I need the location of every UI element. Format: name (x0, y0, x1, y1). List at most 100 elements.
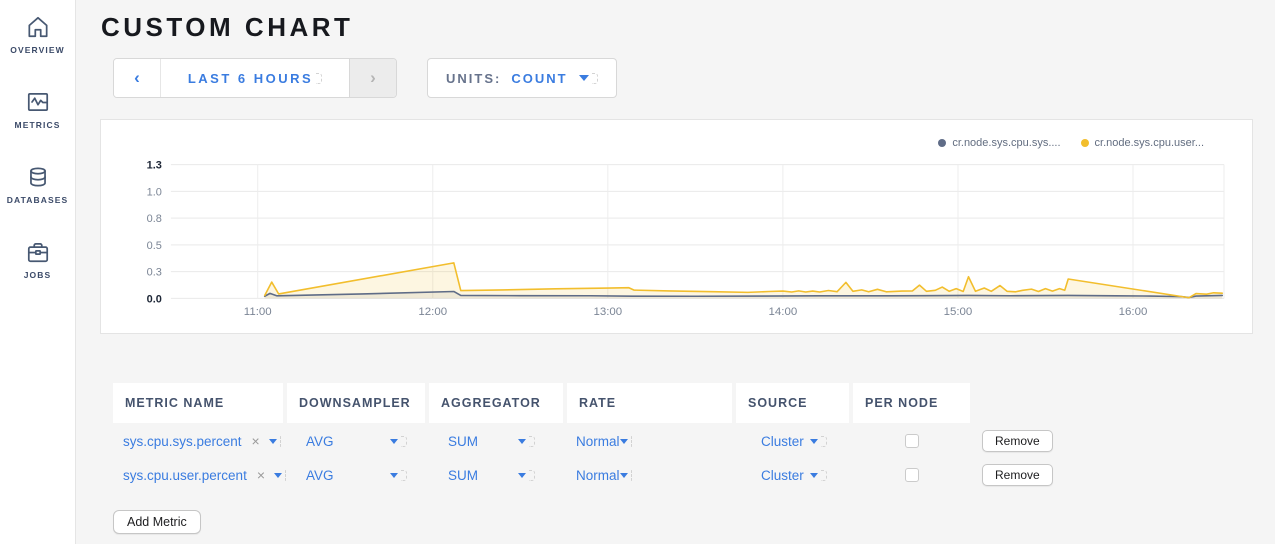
sidebar-label-metrics: METRICS (15, 120, 61, 130)
sidebar-item-jobs[interactable]: JOBS (0, 239, 75, 280)
svg-text:0.3: 0.3 (147, 267, 162, 279)
dashed-focus-mark (529, 470, 535, 481)
units-label: UNITS: (446, 71, 501, 86)
aggregator-select[interactable]: SUM (429, 468, 563, 483)
per-node-checkbox[interactable] (905, 468, 919, 482)
col-header-aggregator: AGGREGATOR (429, 383, 563, 423)
rate-select[interactable]: Normal (567, 468, 732, 483)
rate-value: Normal (576, 468, 620, 483)
metric-name-value: sys.cpu.sys.percent (123, 434, 242, 449)
chevron-down-icon (390, 473, 398, 478)
svg-text:12:00: 12:00 (418, 306, 447, 318)
svg-text:16:00: 16:00 (1119, 306, 1148, 318)
metrics-table: METRIC NAME DOWNSAMPLER AGGREGATOR RATE … (113, 383, 1253, 491)
downsampler-value: AVG (306, 468, 334, 483)
aggregator-value: SUM (448, 434, 478, 449)
sidebar: OVERVIEW METRICS DATABASES (0, 0, 76, 544)
chevron-down-icon (269, 439, 277, 444)
source-select[interactable]: Cluster (736, 434, 849, 449)
remove-button[interactable]: Remove (982, 430, 1053, 452)
dashed-focus-mark (401, 436, 407, 447)
time-range-label: LAST 6 HOURS (188, 71, 313, 86)
dashed-focus-mark (821, 436, 827, 447)
table-header-row: METRIC NAME DOWNSAMPLER AGGREGATOR RATE … (113, 383, 1253, 423)
source-value: Cluster (761, 468, 804, 483)
remove-button[interactable]: Remove (982, 464, 1053, 486)
metric-name-value: sys.cpu.user.percent (123, 468, 247, 483)
col-header-downsampler: DOWNSAMPLER (287, 383, 425, 423)
downsampler-select[interactable]: AVG (287, 434, 425, 449)
col-header-metric-name: METRIC NAME (113, 383, 283, 423)
dashed-focus-mark (631, 436, 632, 447)
per-node-checkbox[interactable] (905, 434, 919, 448)
dashed-focus-mark (529, 436, 535, 447)
chevron-left-icon: ‹ (134, 68, 140, 88)
series-dot-yellow (1081, 139, 1089, 147)
chevron-down-icon (620, 439, 628, 444)
time-range-dropdown[interactable]: LAST 6 HOURS (160, 59, 350, 97)
dashed-focus-mark (316, 73, 322, 84)
units-value: COUNT (511, 71, 567, 86)
chart-card: 1.31.00.80.50.30.011:0012:0013:0014:0015… (100, 119, 1253, 334)
svg-text:13:00: 13:00 (593, 306, 622, 318)
metric-name-select[interactable]: sys.cpu.user.percent × (113, 468, 283, 483)
rate-select[interactable]: Normal (567, 434, 732, 449)
custom-chart-plot[interactable]: 1.31.00.80.50.30.011:0012:0013:0014:0015… (101, 120, 1252, 333)
home-icon (25, 14, 51, 40)
dashed-focus-mark (401, 470, 407, 481)
clear-metric-icon[interactable]: × (257, 468, 265, 482)
units-dropdown[interactable]: UNITS: COUNT (427, 58, 617, 98)
sidebar-label-databases: DATABASES (7, 195, 69, 205)
metrics-icon (25, 89, 51, 115)
dashed-focus-mark (285, 470, 286, 481)
time-next-button[interactable]: › (350, 59, 396, 97)
dashed-focus-mark (821, 470, 827, 481)
dashed-focus-mark (280, 436, 281, 447)
dashed-focus-mark (592, 73, 598, 84)
dashed-focus-mark (631, 470, 632, 481)
sidebar-item-overview[interactable]: OVERVIEW (0, 14, 75, 55)
chevron-down-icon (579, 75, 589, 81)
downsampler-value: AVG (306, 434, 334, 449)
sidebar-item-databases[interactable]: DATABASES (0, 164, 75, 205)
svg-text:14:00: 14:00 (769, 306, 798, 318)
source-select[interactable]: Cluster (736, 468, 849, 483)
metric-name-select[interactable]: sys.cpu.sys.percent × (113, 434, 283, 449)
svg-text:0.5: 0.5 (147, 240, 162, 252)
legend-item-sys[interactable]: cr.node.sys.cpu.sys.... (938, 137, 1060, 149)
col-header-rate: RATE (567, 383, 732, 423)
chevron-down-icon (518, 473, 526, 478)
chevron-down-icon (390, 439, 398, 444)
sidebar-label-overview: OVERVIEW (10, 45, 64, 55)
col-header-per-node: PER NODE (853, 383, 970, 423)
toolbar: ‹ LAST 6 HOURS › UNITS: COUNT (113, 58, 1253, 98)
col-header-actions (974, 383, 1104, 423)
series-dot-gray (938, 139, 946, 147)
svg-text:1.0: 1.0 (147, 186, 162, 198)
main-content: CUSTOM CHART ‹ LAST 6 HOURS › UNITS: COU… (76, 0, 1275, 534)
legend-item-user[interactable]: cr.node.sys.cpu.user... (1081, 137, 1204, 149)
chevron-right-icon: › (370, 68, 376, 88)
chart-legend: cr.node.sys.cpu.sys.... cr.node.sys.cpu.… (938, 137, 1204, 149)
source-value: Cluster (761, 434, 804, 449)
clear-metric-icon[interactable]: × (252, 434, 260, 448)
svg-text:0.0: 0.0 (147, 293, 162, 305)
time-prev-button[interactable]: ‹ (114, 59, 160, 97)
aggregator-value: SUM (448, 468, 478, 483)
downsampler-select[interactable]: AVG (287, 468, 425, 483)
table-row: sys.cpu.sys.percent × AVG SUM Normal (113, 425, 1253, 457)
rate-value: Normal (576, 434, 620, 449)
sidebar-item-metrics[interactable]: METRICS (0, 89, 75, 130)
svg-text:1.3: 1.3 (147, 160, 162, 172)
chevron-down-icon (810, 473, 818, 478)
sidebar-label-jobs: JOBS (24, 270, 52, 280)
chevron-down-icon (620, 473, 628, 478)
add-metric-button[interactable]: Add Metric (113, 510, 201, 534)
svg-text:0.8: 0.8 (147, 213, 162, 225)
chevron-down-icon (518, 439, 526, 444)
chevron-down-icon (810, 439, 818, 444)
time-range-picker: ‹ LAST 6 HOURS › (113, 58, 397, 98)
chevron-down-icon (274, 473, 282, 478)
aggregator-select[interactable]: SUM (429, 434, 563, 449)
legend-label-sys: cr.node.sys.cpu.sys.... (952, 137, 1060, 149)
